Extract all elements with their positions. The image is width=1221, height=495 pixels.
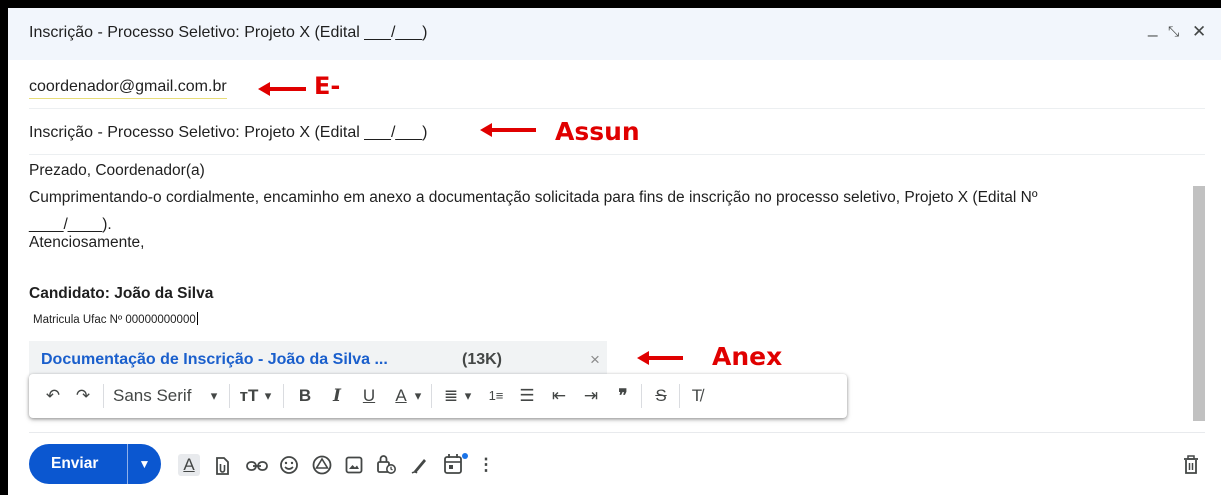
- underline-icon[interactable]: U: [357, 385, 381, 407]
- minimize-icon[interactable]: _: [1148, 18, 1157, 38]
- bulleted-list-icon[interactable]: ☰: [515, 385, 539, 407]
- undo-icon[interactable]: ↶: [41, 385, 65, 407]
- body-paragraph-line-1: Cumprimentando-o cordialmente, encaminho…: [29, 189, 1038, 206]
- compose-title-bar[interactable]: Inscrição - Processo Seletivo: Projeto X…: [8, 8, 1221, 60]
- text-color-icon[interactable]: A: [389, 385, 413, 407]
- indent-more-icon[interactable]: ⇥: [579, 385, 603, 407]
- send-options-icon[interactable]: ▼: [128, 444, 161, 484]
- insert-signature-icon[interactable]: [410, 455, 430, 475]
- toolbar-divider: [641, 384, 642, 408]
- toolbar-divider: [679, 384, 680, 408]
- insert-photo-icon[interactable]: [345, 456, 363, 474]
- text-color-dropdown-icon[interactable]: ▾: [411, 385, 425, 407]
- align-dropdown-icon[interactable]: ▾: [461, 385, 475, 407]
- annotation-to-label: E-: [314, 72, 341, 100]
- remove-attachment-icon[interactable]: ×: [590, 350, 600, 370]
- font-size-dropdown-icon[interactable]: ▾: [261, 385, 275, 407]
- attach-file-icon[interactable]: [213, 456, 231, 476]
- remove-formatting-icon[interactable]: T̸: [685, 385, 709, 407]
- font-size-icon[interactable]: тT: [237, 385, 261, 407]
- font-family-select[interactable]: Sans Serif: [113, 385, 203, 407]
- exit-full-screen-icon[interactable]: ⤡: [1168, 23, 1179, 40]
- align-icon[interactable]: ≣: [439, 385, 463, 407]
- attachment-chip[interactable]: Documentação de Inscrição - João da Silv…: [29, 341, 607, 377]
- attachment-name[interactable]: Documentação de Inscrição - João da Silv…: [41, 351, 388, 369]
- insert-emoji-icon[interactable]: [279, 455, 299, 475]
- toolbar-divider: [431, 384, 432, 408]
- insert-link-icon[interactable]: [246, 458, 268, 474]
- confidential-mode-icon[interactable]: [375, 453, 397, 475]
- signature-matricula: Matricula Ufac Nº 00000000000: [33, 312, 198, 326]
- google-drive-icon[interactable]: [312, 455, 332, 475]
- toolbar-divider: [283, 384, 284, 408]
- attachment-size: (13K): [462, 351, 503, 368]
- strikethrough-icon[interactable]: S: [649, 385, 673, 407]
- formatting-toolbar: ↶ ↷ Sans Serif ▾ тT ▾ B I U A ▾ ≣ ▾ 1≡ ☰…: [29, 374, 847, 418]
- more-options-icon[interactable]: ⋮: [475, 454, 497, 476]
- signature-name: Candidato: João da Silva: [29, 285, 214, 302]
- bold-icon[interactable]: B: [293, 385, 317, 407]
- annotation-arrow-to: [258, 82, 306, 96]
- annotation-subject-label: Assun: [555, 117, 640, 146]
- close-icon[interactable]: ✕: [1192, 22, 1206, 42]
- annotation-attachment-label: Anex: [712, 342, 783, 371]
- signature-matricula-text: Matricula Ufac Nº 00000000000: [33, 314, 196, 326]
- to-recipient[interactable]: coordenador@gmail.com.br: [29, 78, 227, 99]
- quote-icon[interactable]: ❞: [611, 385, 635, 407]
- toolbar-divider: [103, 384, 104, 408]
- notification-dot: [462, 453, 468, 459]
- body-closing: Atenciosamente,: [29, 234, 145, 251]
- compose-title: Inscrição - Processo Seletivo: Projeto X…: [29, 24, 428, 41]
- body-scrollbar[interactable]: [1193, 186, 1205, 421]
- redo-icon[interactable]: ↷: [71, 385, 95, 407]
- send-button-label: Enviar: [51, 455, 99, 472]
- annotation-arrow-subject: [480, 123, 536, 137]
- send-button[interactable]: Enviar ▼: [29, 444, 161, 484]
- font-family-dropdown-icon[interactable]: ▾: [207, 385, 221, 407]
- indent-less-icon[interactable]: ⇤: [547, 385, 571, 407]
- bottom-divider: [29, 432, 1205, 433]
- schedule-send-icon[interactable]: [443, 452, 469, 476]
- text-cursor: [196, 312, 198, 325]
- toolbar-divider: [229, 384, 230, 408]
- numbered-list-icon[interactable]: 1≡: [483, 385, 509, 407]
- compose-window: Inscrição - Processo Seletivo: Projeto X…: [8, 8, 1221, 495]
- subject-input[interactable]: Inscrição - Processo Seletivo: Projeto X…: [29, 124, 427, 142]
- body-greeting: Prezado, Coordenador(a): [29, 162, 205, 179]
- annotation-arrow-attachment: [637, 351, 683, 365]
- body-paragraph-line-2: ____/____).: [29, 216, 112, 233]
- formatting-options-icon[interactable]: A: [178, 454, 200, 476]
- discard-draft-icon[interactable]: [1182, 455, 1200, 475]
- italic-icon[interactable]: I: [325, 385, 349, 407]
